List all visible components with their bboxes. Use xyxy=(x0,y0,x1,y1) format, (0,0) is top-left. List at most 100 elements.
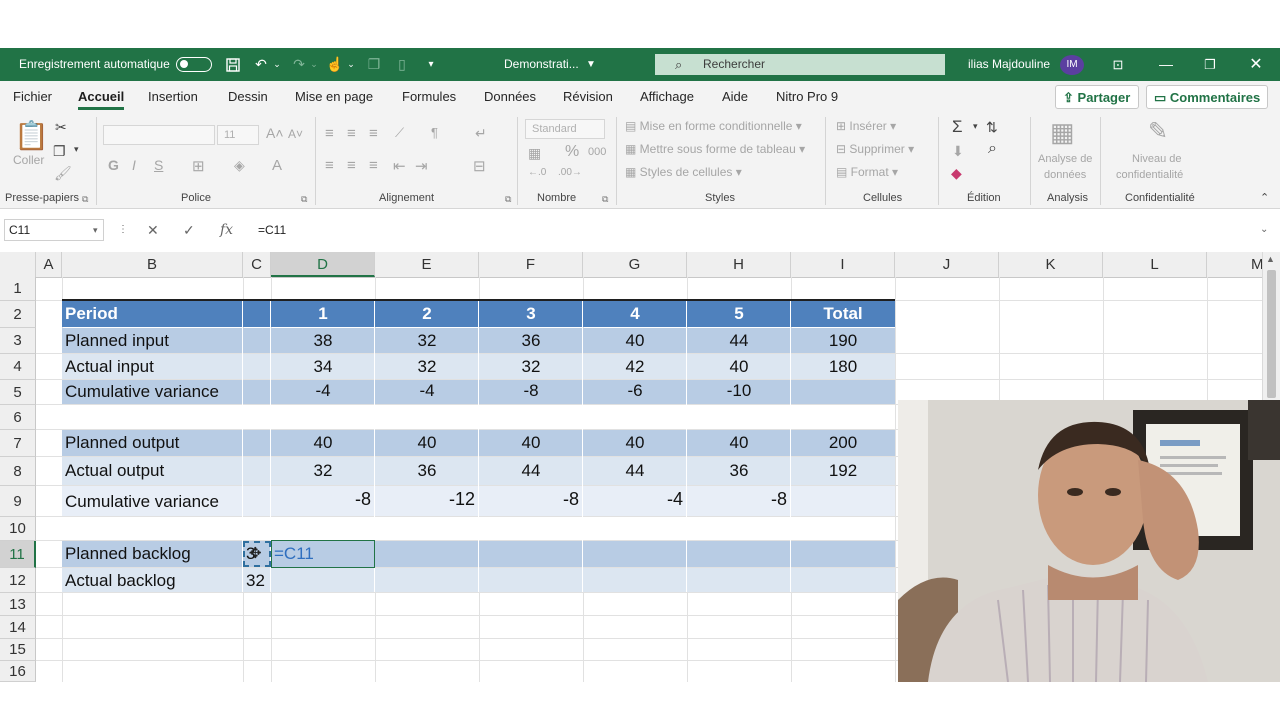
column-header-i[interactable]: I xyxy=(791,252,895,277)
column-header-j[interactable]: J xyxy=(895,252,999,277)
fill-icon[interactable]: ⬇ xyxy=(952,143,964,160)
actual-input-1[interactable]: 34 xyxy=(271,355,375,379)
share-button[interactable]: ⇪ Partager xyxy=(1055,85,1139,109)
row-header-16[interactable]: 16 xyxy=(0,661,36,682)
underline-button[interactable]: S xyxy=(154,157,163,173)
cut-icon[interactable]: ✂ xyxy=(55,119,67,136)
align-middle-icon[interactable]: ≡ xyxy=(347,125,356,142)
orientation-icon[interactable]: ⟋ xyxy=(395,125,404,141)
decrease-indent-icon[interactable]: ⇤ xyxy=(393,157,406,175)
tab-formules[interactable]: Formules xyxy=(402,81,456,113)
actual-input-5[interactable]: 40 xyxy=(687,355,791,379)
row-header-9[interactable]: 9 xyxy=(0,486,36,517)
merge-center-icon[interactable]: ⊟ xyxy=(473,157,486,175)
increase-indent-icon[interactable]: ⇥ xyxy=(415,157,428,175)
close-icon[interactable]: ✕ xyxy=(1246,48,1266,81)
delete-cells-button[interactable]: ⊟ Supprimer ▾ xyxy=(836,142,914,156)
thousands-button[interactable]: 000 xyxy=(588,146,606,158)
header-period-2[interactable]: 2 xyxy=(375,302,479,326)
touch-dropdown-icon[interactable]: ⌄ xyxy=(345,48,357,81)
collapse-ribbon-icon[interactable]: ⌃ xyxy=(1260,191,1269,204)
row-header-14[interactable]: 14 xyxy=(0,616,36,639)
currency-icon[interactable]: ▦ xyxy=(528,145,541,162)
select-all-corner[interactable] xyxy=(0,252,36,277)
document-icon[interactable]: ▯ xyxy=(394,48,410,81)
cum-variance-input-3[interactable]: -8 xyxy=(479,379,583,403)
column-header-b[interactable]: B xyxy=(62,252,243,277)
cum-variance-input-label[interactable]: Cumulative variance xyxy=(65,380,219,404)
sort-filter-icon[interactable]: ⇅ xyxy=(986,119,998,136)
font-size-select[interactable]: 11 xyxy=(217,125,259,145)
actual-output-1[interactable]: 32 xyxy=(271,459,375,483)
tab-revision[interactable]: Révision xyxy=(563,81,613,113)
redo-dropdown-icon[interactable]: ⌄ xyxy=(308,48,320,81)
cum-variance-input-5[interactable]: -10 xyxy=(687,379,791,403)
column-header-c[interactable]: C xyxy=(243,252,271,277)
doc-name-dropdown-icon[interactable]: ▼ xyxy=(584,48,598,81)
save-icon[interactable] xyxy=(224,48,242,81)
bold-button[interactable]: G xyxy=(108,157,119,173)
font-color-icon[interactable]: A xyxy=(272,157,282,174)
decrease-font-icon[interactable]: A˅ xyxy=(288,127,303,141)
undo-dropdown-icon[interactable]: ⌄ xyxy=(271,48,283,81)
header-period[interactable]: Period xyxy=(65,302,118,326)
scroll-up-icon[interactable]: ▲ xyxy=(1266,254,1275,264)
document-name[interactable]: Demonstrati... xyxy=(504,48,579,81)
tab-insertion[interactable]: Insertion xyxy=(148,81,198,113)
planned-input-1[interactable]: 38 xyxy=(271,329,375,353)
font-launcher-icon[interactable]: ⧉ xyxy=(301,194,307,205)
cum-variance-output-label[interactable]: Cumulative variance xyxy=(65,490,219,514)
column-header-a[interactable]: A xyxy=(36,252,62,277)
column-header-l[interactable]: L xyxy=(1103,252,1207,277)
format-as-table-button[interactable]: ▦ Mettre sous forme de tableau ▾ xyxy=(625,142,805,156)
avatar[interactable]: IM xyxy=(1060,55,1084,75)
actual-output-3[interactable]: 44 xyxy=(479,459,583,483)
paste-icon[interactable]: 📋 xyxy=(14,119,49,152)
cum-variance-input-1[interactable]: -4 xyxy=(271,379,375,403)
clear-icon[interactable]: ◆ xyxy=(951,165,962,182)
actual-output-5[interactable]: 36 xyxy=(687,459,791,483)
actual-input-3[interactable]: 32 xyxy=(479,355,583,379)
find-select-icon[interactable]: ⌕ xyxy=(988,140,997,158)
borders-icon[interactable]: ⊞ xyxy=(192,157,205,175)
align-top-icon[interactable]: ≡ xyxy=(325,125,334,142)
header-period-5[interactable]: 5 xyxy=(687,302,791,326)
decrease-decimal-icon[interactable]: .00→ xyxy=(558,167,582,178)
planned-output-label[interactable]: Planned output xyxy=(65,431,179,455)
analyze-data-label-2[interactable]: données xyxy=(1044,169,1086,181)
cum-variance-output-1[interactable]: -8 xyxy=(271,487,371,511)
column-header-h[interactable]: H xyxy=(687,252,791,277)
autosum-dropdown-icon[interactable]: ▾ xyxy=(973,121,978,132)
tab-affichage[interactable]: Affichage xyxy=(640,81,694,113)
sensitivity-label-1[interactable]: Niveau de xyxy=(1132,153,1182,165)
comments-button[interactable]: ▭ Commentaires xyxy=(1146,85,1268,109)
actual-output-4[interactable]: 44 xyxy=(583,459,687,483)
undo-icon[interactable]: ↶ xyxy=(252,48,270,81)
align-right-icon[interactable]: ≡ xyxy=(369,157,378,174)
scrollbar-thumb[interactable] xyxy=(1267,270,1276,398)
header-period-4[interactable]: 4 xyxy=(583,302,687,326)
row-header-1[interactable]: 1 xyxy=(0,277,36,301)
cell-styles-button[interactable]: ▦ Styles de cellules ▾ xyxy=(625,165,742,179)
actual-input-4[interactable]: 42 xyxy=(583,355,687,379)
row-header-11[interactable]: 11 xyxy=(0,541,36,568)
touch-mode-icon[interactable]: ☝ xyxy=(326,48,343,81)
sensitivity-label-2[interactable]: confidentialité xyxy=(1116,169,1183,181)
planned-output-3[interactable]: 40 xyxy=(479,431,583,455)
actual-input-label[interactable]: Actual input xyxy=(65,355,154,379)
actual-input-2[interactable]: 32 xyxy=(375,355,479,379)
conditional-formatting-button[interactable]: ▤ Mise en forme conditionnelle ▾ xyxy=(625,119,802,133)
restore-icon[interactable]: ❐ xyxy=(1200,48,1220,81)
analyze-data-icon[interactable]: ▦ xyxy=(1050,117,1075,148)
minimize-icon[interactable]: — xyxy=(1156,48,1176,81)
planned-input-2[interactable]: 32 xyxy=(375,329,479,353)
row-header-8[interactable]: 8 xyxy=(0,457,36,486)
cum-variance-output-2[interactable]: -12 xyxy=(375,487,475,511)
analyze-data-label-1[interactable]: Analyse de xyxy=(1038,153,1092,165)
vertical-scrollbar[interactable]: ▲ xyxy=(1262,252,1280,402)
search-box[interactable]: ⌕ Rechercher xyxy=(655,54,945,75)
planned-input-label[interactable]: Planned input xyxy=(65,329,169,353)
format-painter-icon[interactable]: 🖌 xyxy=(54,165,72,182)
planned-output-5[interactable]: 40 xyxy=(687,431,791,455)
header-period-1[interactable]: 1 xyxy=(271,302,375,326)
